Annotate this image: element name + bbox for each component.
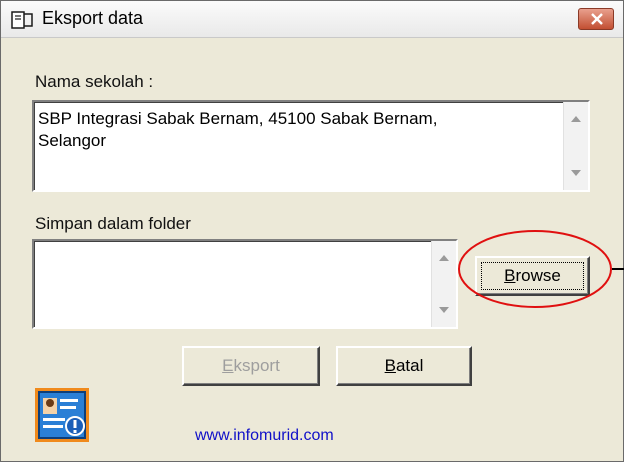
scroll-up-icon[interactable] — [439, 255, 449, 261]
eksport-button[interactable]: Eksport — [182, 346, 320, 386]
batal-mnemonic: B — [384, 356, 396, 375]
batal-button[interactable]: Batal — [336, 346, 472, 386]
folder-field[interactable] — [32, 239, 458, 329]
eksport-label: ksport — [233, 356, 280, 375]
school-name-label: Nama sekolah : — [35, 72, 154, 91]
browse-label: rowse — [515, 266, 561, 285]
school-name-line-2: Selangor — [38, 131, 107, 150]
school-name-line-1: SBP Integrasi Sabak Bernam, 45100 Sabak … — [38, 109, 438, 128]
close-icon — [591, 13, 603, 25]
app-icon — [11, 10, 35, 30]
school-name-scrollbar[interactable] — [563, 102, 588, 190]
window-title: Eksport data — [42, 8, 144, 28]
folder-scrollbar[interactable] — [431, 241, 456, 327]
close-button[interactable] — [578, 8, 614, 30]
browse-button[interactable]: Browse — [475, 256, 590, 296]
folder-label: Simpan dalam folder — [35, 214, 191, 233]
scroll-up-icon[interactable] — [571, 116, 581, 122]
website-link[interactable]: www.infomurid.com — [195, 427, 334, 445]
title-bar: Eksport data — [1, 1, 623, 38]
scroll-down-icon[interactable] — [439, 307, 449, 313]
scroll-down-icon[interactable] — [571, 170, 581, 176]
eksport-mnemonic: E — [222, 356, 234, 375]
export-dialog: Eksport data Nama sekolah : SBP Integras… — [0, 0, 624, 462]
batal-label: atal — [395, 356, 424, 375]
browse-mnemonic: B — [504, 266, 516, 285]
info-card-icon — [35, 388, 89, 442]
school-name-field[interactable]: SBP Integrasi Sabak Bernam, 45100 Sabak … — [32, 100, 590, 192]
